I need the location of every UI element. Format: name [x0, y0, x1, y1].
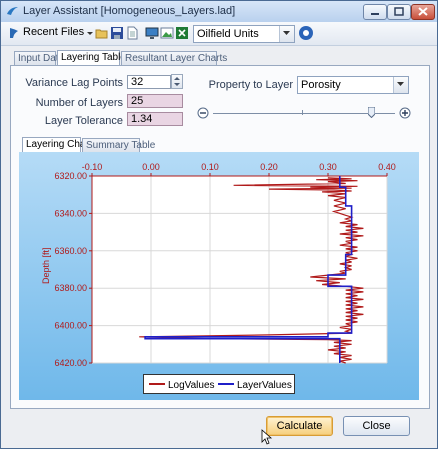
- legend-label-layervalues: LayerValues: [237, 380, 292, 391]
- x-tick-label: 0.30: [319, 162, 337, 172]
- y-tick-label: 6340.00: [54, 208, 87, 218]
- x-tick-label: 0.40: [378, 162, 396, 172]
- mouse-cursor-icon: [261, 429, 273, 445]
- calculate-button[interactable]: Calculate: [266, 416, 333, 436]
- x-tick-label: 0.20: [260, 162, 278, 172]
- legend-swatch-logvalues: [149, 383, 165, 385]
- close-button[interactable]: Close: [343, 416, 410, 436]
- chart-legend: LogValues LayerValues: [143, 374, 295, 394]
- layer-assistant-window: Layer Assistant [Homogeneous_Layers.lad]…: [0, 0, 438, 449]
- y-tick-label: 6320.00: [54, 171, 87, 181]
- legend-label-logvalues: LogValues: [168, 380, 215, 391]
- y-tick-label: 6420.00: [54, 358, 87, 368]
- series-line-logvalues: [139, 177, 364, 364]
- legend-swatch-layervalues: [218, 383, 234, 385]
- y-tick-label: 6400.00: [54, 321, 87, 331]
- y-axis-title: Depth [ft]: [41, 247, 51, 284]
- x-tick-label: 0.00: [142, 162, 160, 172]
- y-tick-label: 6380.00: [54, 283, 87, 293]
- x-tick-label: 0.10: [201, 162, 219, 172]
- y-tick-label: 6360.00: [54, 246, 87, 256]
